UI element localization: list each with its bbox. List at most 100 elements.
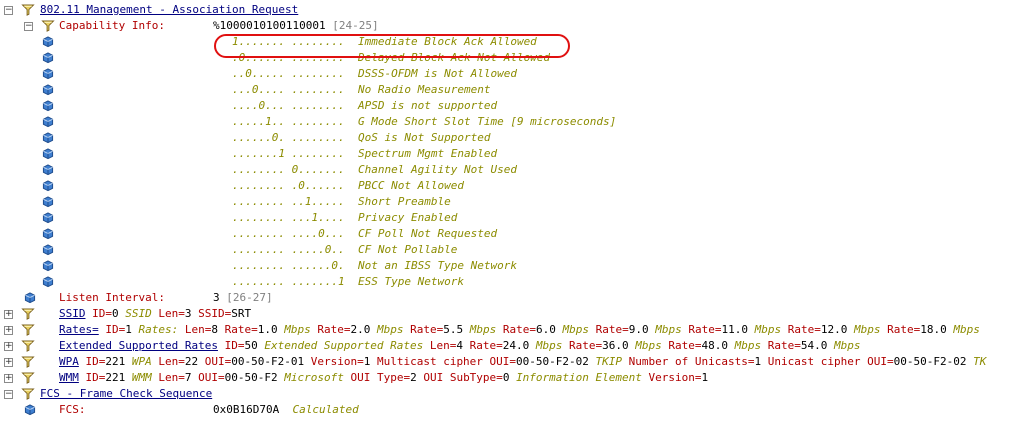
packet-decode-tree: − 802.11 Management - Association Reques…	[0, 2, 1032, 418]
node-text-ssid: SSID ID=0 SSID Len=3 SSID=SRT	[59, 307, 252, 320]
bit-mask: ........ .0......	[232, 179, 345, 192]
tree-node-fcs-value[interactable]: FCS: 0x0B16D70A Calculated	[0, 402, 1032, 418]
tree-node-rates[interactable]: + Rates= ID=1 Rates: Len=8 Rate=1.0 Mbps…	[0, 322, 1032, 338]
node-label-mgmt[interactable]: 802.11 Management - Association Request	[40, 2, 298, 18]
rate-unit: Mbps	[562, 323, 590, 336]
tree-node-listen-interval[interactable]: Listen Interval: 3 [26-27]	[0, 290, 1032, 306]
bit-mask: ........ ...1....	[232, 211, 345, 224]
capability-bit-row[interactable]: ......0. ........ QoS is Not Supported	[0, 130, 1032, 146]
bit-description: No Radio Measurement	[358, 83, 491, 96]
collapse-toggle-icon[interactable]: −	[4, 6, 13, 15]
node-link-ssid[interactable]: SSID	[59, 307, 86, 320]
bit-mask: .......1 ........	[232, 147, 345, 160]
filter-icon	[21, 308, 34, 320]
capability-bit-row[interactable]: ........ ..1..... Short Preamble	[0, 194, 1032, 210]
capability-bit-list: 1....... ........ Immediate Block Ack All…	[0, 34, 1032, 290]
cube-icon	[42, 212, 54, 224]
tree-node-wpa[interactable]: + WPA ID=221 WPA Len=22 OUI=00-50-F2-01 …	[0, 354, 1032, 370]
bit-mask: ..0..... ........	[232, 67, 345, 80]
node-link-ext-rates[interactable]: Extended Supported Rates	[59, 339, 218, 352]
filter-icon	[21, 388, 34, 400]
capability-bit-row[interactable]: ........ .......1 ESS Type Network	[0, 274, 1032, 290]
bit-mask: ........ ..1.....	[232, 195, 345, 208]
capability-bit-row[interactable]: ........ ...1.... Privacy Enabled	[0, 210, 1032, 226]
expand-toggle-icon[interactable]: +	[4, 310, 13, 319]
cube-icon	[42, 116, 54, 128]
rate-unit: Mbps	[469, 323, 497, 336]
capability-bit-row[interactable]: ..0..... ........ DSSS-OFDM is Not Allowe…	[0, 66, 1032, 82]
rate-key: Rate=	[595, 323, 629, 336]
rate-key: Rate=	[767, 339, 801, 352]
rate-key: Rate=	[502, 323, 536, 336]
node-link-wmm[interactable]: WMM	[59, 371, 79, 384]
tree-node-mgmt[interactable]: − 802.11 Management - Association Reques…	[0, 2, 1032, 18]
bit-mask: ....0... ........	[232, 99, 345, 112]
rate-value: 48.0	[701, 339, 729, 352]
bit-description: ESS Type Network	[358, 275, 464, 288]
cube-icon	[24, 292, 36, 304]
filter-icon	[21, 340, 34, 352]
bit-mask: ........ .......1	[232, 275, 345, 288]
capability-bit-row[interactable]: ........ ......0. Not an IBSS Type Networ…	[0, 258, 1032, 274]
rate-value: 6.0	[536, 323, 556, 336]
bit-mask: ........ 0.......	[232, 163, 345, 176]
rate-unit: Mbps	[834, 339, 861, 352]
rate-unit: Mbps	[953, 323, 980, 336]
cube-icon	[24, 404, 36, 416]
node-text-wmm: WMM ID=221 WMM Len=7 OUI=00-50-F2 Micros…	[59, 371, 709, 384]
bit-mask: ...0.... ........	[232, 83, 345, 96]
rate-value: 24.0	[502, 339, 530, 352]
capability-bit-row[interactable]: .......1 ........ Spectrum Mgmt Enabled	[0, 146, 1032, 162]
cube-icon	[42, 228, 54, 240]
rate-unit: Mbps	[377, 323, 404, 336]
bit-description: PBCC Not Allowed	[358, 179, 464, 192]
expand-toggle-icon[interactable]: +	[4, 342, 13, 351]
expand-toggle-icon[interactable]: +	[4, 358, 13, 367]
node-label-fcs[interactable]: FCS - Frame Check Sequence	[40, 386, 212, 402]
field-name-listen: Listen Interval:	[59, 291, 165, 304]
field-name-capability: Capability Info:	[59, 19, 165, 32]
capability-bit-row[interactable]: ........ .0...... PBCC Not Allowed	[0, 178, 1032, 194]
node-text-ext-rates: Extended Supported Rates ID=50 Extended …	[59, 339, 861, 352]
filter-icon	[21, 356, 34, 368]
bit-description: Privacy Enabled	[358, 211, 458, 224]
rate-value: 36.0	[602, 339, 629, 352]
capability-bit-row[interactable]: .....1.. ........ G Mode Short Slot Time …	[0, 114, 1032, 130]
rate-value: 11.0	[721, 323, 749, 336]
capability-bit-row[interactable]: ........ 0....... Channel Agility Not Use…	[0, 162, 1032, 178]
bit-description: DSSS-OFDM is Not Allowed	[358, 67, 517, 80]
rate-unit: Mbps	[284, 323, 311, 336]
node-text-wpa: WPA ID=221 WPA Len=22 OUI=00-50-F2-01 Ve…	[59, 355, 987, 368]
node-link-rates[interactable]: Rates=	[59, 323, 99, 336]
expand-toggle-icon[interactable]: +	[4, 374, 13, 383]
rate-value: 2.0	[350, 323, 371, 336]
filter-icon	[21, 324, 34, 336]
capability-bit-row[interactable]: ........ ....0... CF Poll Not Requested	[0, 226, 1032, 242]
capability-bit-row[interactable]: ...0.... ........ No Radio Measurement	[0, 82, 1032, 98]
capability-bit-row[interactable]: ....0... ........ APSD is not supported	[0, 98, 1032, 114]
node-link-wpa[interactable]: WPA	[59, 355, 79, 368]
bit-description: Not an IBSS Type Network	[358, 259, 517, 272]
rate-key: Rate=	[787, 323, 821, 336]
rate-key: Rate=	[317, 323, 351, 336]
tree-node-ext-rates[interactable]: + Extended Supported Rates ID=50 Extende…	[0, 338, 1032, 354]
collapse-toggle-icon[interactable]: −	[4, 390, 13, 399]
cube-icon	[42, 244, 54, 256]
collapse-toggle-icon[interactable]: −	[24, 22, 33, 31]
capability-bit-row[interactable]: ........ .....0.. CF Not Pollable	[0, 242, 1032, 258]
bit-description: QoS is Not Supported	[358, 131, 491, 144]
bit-description: CF Poll Not Requested	[358, 227, 498, 240]
cube-icon	[42, 196, 54, 208]
rate-value: 12.0	[820, 323, 848, 336]
cube-icon	[42, 276, 54, 288]
tree-node-ssid[interactable]: + SSID ID=0 SSID Len=3 SSID=SRT	[0, 306, 1032, 322]
bit-mask: ........ ......0.	[232, 259, 345, 272]
rate-key: Rate=	[887, 323, 921, 336]
expand-toggle-icon[interactable]: +	[4, 326, 13, 335]
tree-node-wmm[interactable]: + WMM ID=221 WMM Len=7 OUI=00-50-F2 Micr…	[0, 370, 1032, 386]
field-value-listen: 3 [26-27]	[213, 291, 273, 304]
field-name-fcs: FCS:	[59, 403, 86, 416]
tree-node-fcs[interactable]: − FCS - Frame Check Sequence	[0, 386, 1032, 402]
rate-unit: Mbps	[535, 339, 563, 352]
tree-node-capability[interactable]: − Capability Info: %1000010100110001 [24…	[0, 18, 1032, 34]
